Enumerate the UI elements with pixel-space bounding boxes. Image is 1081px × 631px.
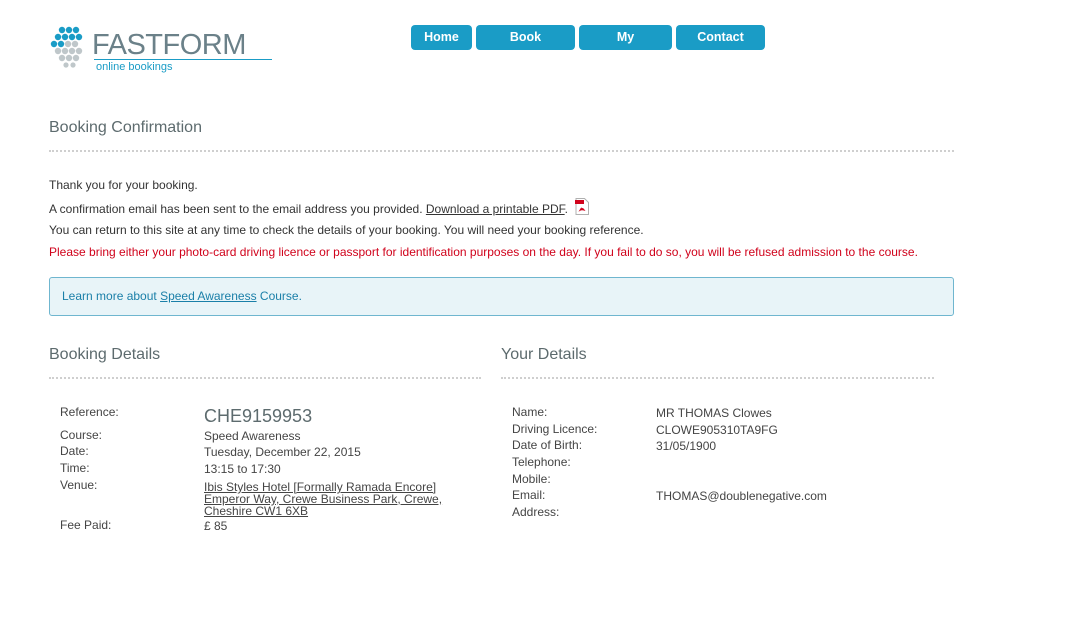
course-info-box: Learn more about Speed Awareness Course. [49, 277, 954, 316]
reference-label: Reference: [60, 405, 119, 419]
booking-confirmation-heading: Booking Confirmation [49, 119, 202, 136]
email-label: Email: [512, 488, 546, 502]
address-label: Address: [512, 505, 560, 519]
your-details-divider [501, 377, 934, 379]
logo-tagline: online bookings [96, 61, 173, 73]
fee-label: Fee Paid: [60, 518, 112, 532]
info-suffix: Course. [256, 289, 302, 303]
nav-my-booking-button[interactable]: My Booking [579, 25, 672, 69]
date-label: Date: [60, 444, 89, 458]
fastform-logo[interactable]: FASTFORM online bookings [50, 24, 280, 74]
booking-details-divider [49, 377, 481, 379]
return-note: You can return to this site at any time … [49, 223, 644, 237]
email-value: THOMAS@doublenegative.com [656, 489, 827, 503]
licence-value: CLOWE905310TA9FG [656, 423, 778, 437]
venue-value: Ibis Styles Hotel [Formally Ramada Encor… [204, 481, 442, 517]
logo-wordmark: FASTFORM [92, 29, 246, 61]
thank-you-message: Thank you for your booking. [49, 178, 198, 192]
name-label: Name: [512, 405, 548, 419]
fee-value: £ 85 [204, 519, 228, 533]
mobile-label: Mobile: [512, 472, 551, 486]
date-value: Tuesday, December 22, 2015 [204, 445, 361, 459]
dob-value: 31/05/1900 [656, 439, 717, 453]
logo-dots-icon [50, 26, 83, 68]
pdf-link-trail: . [564, 202, 568, 217]
speed-awareness-link[interactable]: Speed Awareness [160, 289, 257, 303]
download-pdf-link[interactable]: Download a printable PDF [426, 202, 565, 216]
time-value: 13:15 to 17:30 [204, 462, 281, 476]
booking-details-heading: Booking Details [49, 346, 161, 363]
id-warning: Please bring either your photo-card driv… [49, 245, 918, 259]
dob-label: Date of Birth: [512, 438, 583, 452]
name-value: MR THOMAS Clowes [656, 406, 772, 420]
email-sent-message: A confirmation email has been sent to th… [49, 198, 590, 220]
pdf-icon[interactable] [575, 198, 590, 218]
time-label: Time: [60, 461, 90, 475]
venue-label: Venue: [60, 478, 98, 492]
nav-contact-us-button[interactable]: Contact Us [676, 25, 765, 69]
nav-book-course-button[interactable]: Book Course [476, 25, 575, 69]
main-nav: Home Book Course My Booking Contact Us [411, 25, 765, 69]
venue-link-line-3[interactable]: Cheshire CW1 6XB [204, 505, 442, 517]
telephone-label: Telephone: [512, 455, 571, 469]
your-details-heading: Your Details [501, 346, 587, 363]
booking-reference: CHE9159953 [204, 406, 313, 426]
course-value: Speed Awareness [204, 429, 301, 443]
email-sent-text: A confirmation email has been sent to th… [49, 202, 423, 217]
nav-home-button[interactable]: Home [411, 25, 472, 50]
info-prefix: Learn more about [62, 289, 161, 303]
section-divider [49, 150, 954, 152]
course-label: Course: [60, 428, 103, 442]
licence-label: Driving Licence: [512, 422, 598, 436]
